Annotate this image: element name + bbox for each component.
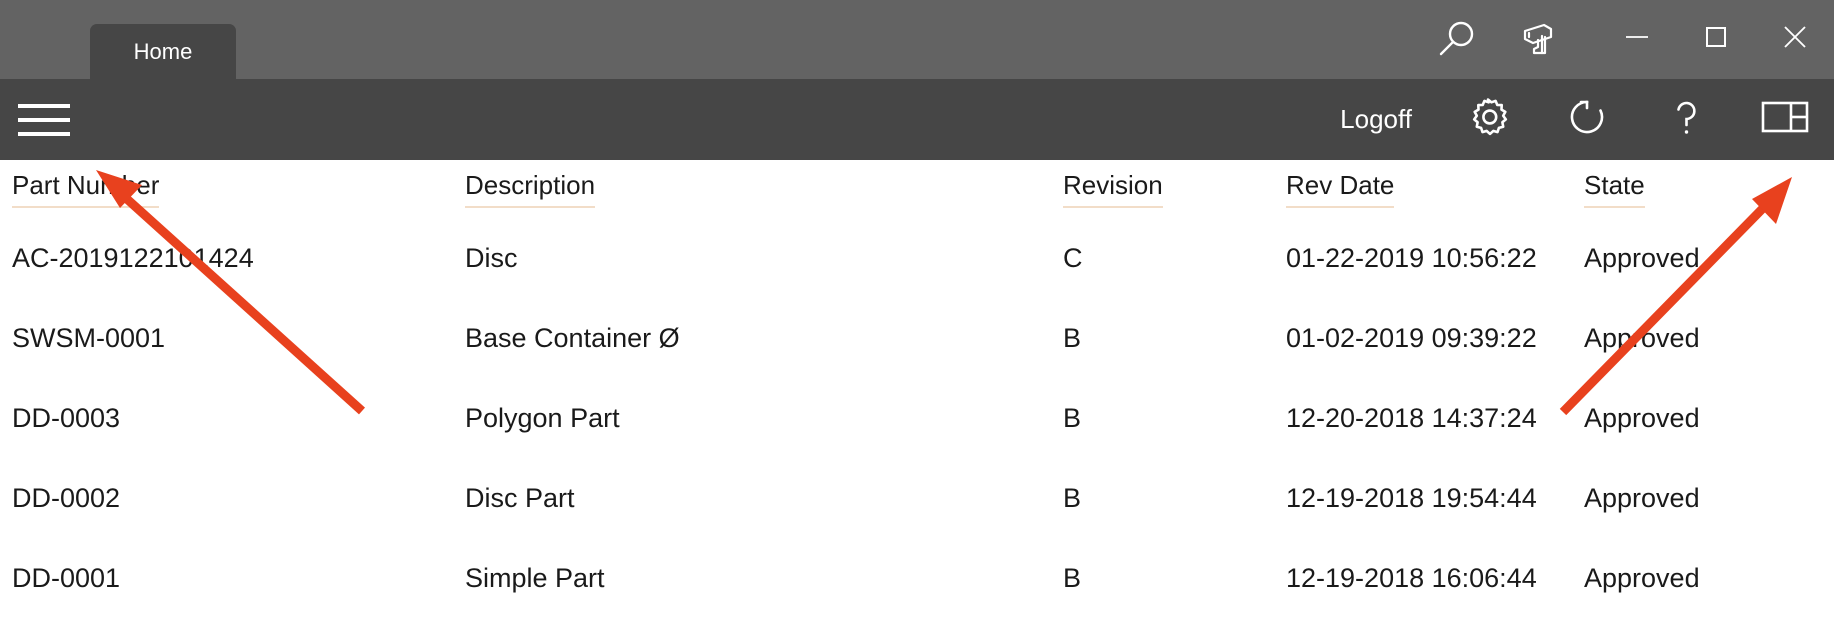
parts-table: Part Number Description Revision Rev Dat…	[0, 160, 1834, 639]
minimize-button[interactable]	[1597, 0, 1676, 79]
logoff-button[interactable]: Logoff	[1314, 104, 1438, 135]
cell-description: Disc	[465, 242, 518, 273]
cell-part-number: DD-0002	[12, 482, 121, 513]
gear-icon	[1463, 92, 1513, 147]
help-icon	[1661, 92, 1711, 147]
close-icon	[1780, 22, 1810, 57]
cell-part-number: SWSM-0001	[12, 322, 166, 353]
cell-rev-date: 12-19-2018 16:06:44	[1286, 562, 1537, 593]
toolbar-actions: Logoff	[1314, 79, 1834, 160]
column-header-revision[interactable]: Revision	[1063, 170, 1286, 208]
cell-revision: B	[1063, 562, 1082, 593]
logoff-label: Logoff	[1340, 104, 1412, 134]
cell-part-number: AC-2019122101424	[12, 242, 254, 273]
cell-state: Approved	[1584, 322, 1700, 353]
cell-state: Approved	[1584, 482, 1700, 513]
cell-revision: B	[1063, 402, 1082, 433]
cell-part-number: DD-0003	[12, 402, 121, 433]
search-button[interactable]	[1415, 0, 1497, 79]
menu-icon-bar	[18, 103, 70, 108]
column-header-state[interactable]: State	[1584, 170, 1834, 208]
tab-home-label: Home	[133, 38, 193, 64]
column-header-description[interactable]: Description	[465, 170, 1063, 208]
table-row[interactable]: AC-2019122101424 Disc C 01-22-2019 10:56…	[0, 218, 1834, 298]
window-controls	[1597, 0, 1834, 79]
barcode-scanner-button[interactable]	[1497, 0, 1579, 79]
maximize-button[interactable]	[1676, 0, 1755, 79]
minimize-icon	[1623, 23, 1651, 56]
column-header-rev-date[interactable]: Rev Date	[1286, 170, 1584, 208]
cell-description: Base Container Ø	[465, 322, 680, 353]
title-bar-icons	[1415, 0, 1834, 79]
table-row[interactable]: DD-0001 Simple Part B 12-19-2018 16:06:4…	[0, 538, 1834, 618]
column-header-part-number[interactable]: Part Number	[0, 170, 465, 208]
menu-icon-bar	[18, 117, 70, 122]
cell-state: Approved	[1584, 242, 1700, 273]
tab-strip: Home	[0, 0, 236, 79]
title-bar: Home	[0, 0, 1834, 79]
cell-rev-date: 12-20-2018 14:37:24	[1286, 402, 1537, 433]
table-row[interactable]: DD-0003 Polygon Part B 12-20-2018 14:37:…	[0, 378, 1834, 458]
cell-revision: B	[1063, 322, 1082, 353]
refresh-button[interactable]	[1537, 79, 1636, 160]
maximize-icon	[1702, 23, 1730, 56]
column-header-label: Revision	[1063, 170, 1163, 208]
app-toolbar: Logoff	[0, 79, 1834, 160]
menu-icon-bar	[18, 131, 70, 136]
cell-revision: C	[1063, 242, 1083, 273]
cell-state: Approved	[1584, 562, 1700, 593]
tab-home[interactable]: Home	[90, 24, 236, 79]
cell-state: Approved	[1584, 402, 1700, 433]
cell-rev-date: 12-19-2018 19:54:44	[1286, 482, 1537, 513]
menu-button[interactable]	[18, 100, 70, 140]
column-header-label: State	[1584, 170, 1645, 208]
help-button[interactable]	[1636, 79, 1735, 160]
cell-description: Polygon Part	[465, 402, 620, 433]
cell-rev-date: 01-22-2019 10:56:22	[1286, 242, 1537, 273]
cell-description: Simple Part	[465, 562, 605, 593]
refresh-icon	[1562, 92, 1612, 147]
close-button[interactable]	[1755, 0, 1834, 79]
column-header-label: Part Number	[12, 170, 160, 208]
search-icon	[1434, 18, 1478, 62]
table-row[interactable]: SWSM-0001 Base Container Ø B 01-02-2019 …	[0, 298, 1834, 378]
cell-part-number: DD-0001	[12, 562, 121, 593]
column-header-label: Description	[465, 170, 596, 208]
table-row[interactable]: DD-0002 Disc Part B 12-19-2018 19:54:44 …	[0, 458, 1834, 538]
barcode-scanner-icon	[1516, 18, 1560, 62]
layout-panel-icon	[1759, 95, 1811, 144]
cell-revision: B	[1063, 482, 1082, 513]
cell-description: Disc Part	[465, 482, 575, 513]
settings-button[interactable]	[1438, 79, 1537, 160]
cell-rev-date: 01-02-2019 09:39:22	[1286, 322, 1537, 353]
table-header-row: Part Number Description Revision Rev Dat…	[0, 160, 1834, 218]
column-header-label: Rev Date	[1286, 170, 1395, 208]
layout-panel-button[interactable]	[1735, 79, 1834, 160]
